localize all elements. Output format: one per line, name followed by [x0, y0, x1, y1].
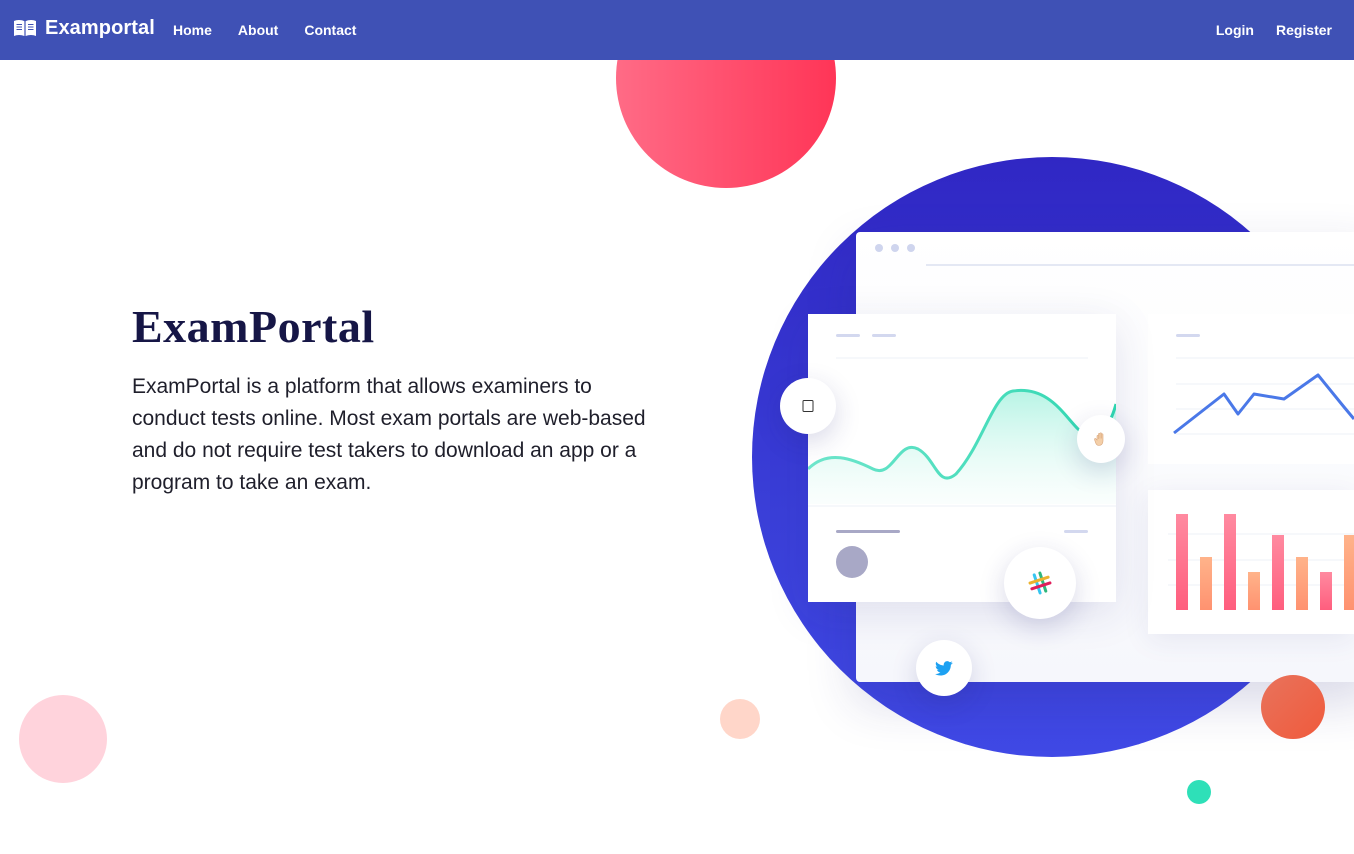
bar-chart-graphic [1168, 514, 1354, 610]
slack-bubble [1004, 547, 1076, 619]
twitter-icon [935, 660, 953, 676]
wave-hand-icon [1094, 432, 1104, 446]
bar-chart-card [1148, 490, 1354, 634]
decor-circle-pink [19, 695, 107, 783]
navbar: Examportal Home About Contact Login Regi… [0, 0, 1354, 60]
brand-name: Examportal [45, 16, 155, 39]
book-icon [14, 19, 36, 36]
hero-description: ExamPortal is a platform that allows exa… [132, 375, 646, 494]
brand-link[interactable]: Examportal [13, 16, 155, 40]
decor-circle-orange [1261, 675, 1325, 739]
twitter-bubble [916, 640, 972, 696]
area-chart-card [808, 314, 1116, 602]
nav-about-link[interactable]: About [238, 22, 278, 38]
hand-bubble [1077, 415, 1125, 463]
line-chart-card [1148, 314, 1354, 464]
decor-circle-teal [1187, 780, 1211, 804]
nav-primary: Home About Contact [173, 0, 382, 60]
hero-title: ExamPortal [132, 301, 375, 352]
slack-icon [1028, 571, 1052, 595]
area-chart-graphic [808, 334, 1116, 578]
window-divider [926, 264, 1354, 266]
register-link[interactable]: Register [1276, 22, 1332, 38]
apple-icon [802, 400, 814, 412]
apple-bubble [780, 378, 836, 434]
nav-contact-link[interactable]: Contact [304, 22, 356, 38]
nav-auth: Login Register [1194, 0, 1332, 60]
window-dots [875, 244, 923, 252]
decor-circle-peach [720, 699, 760, 739]
login-link[interactable]: Login [1216, 22, 1254, 38]
nav-home-link[interactable]: Home [173, 22, 212, 38]
line-chart-graphic [1173, 334, 1354, 435]
